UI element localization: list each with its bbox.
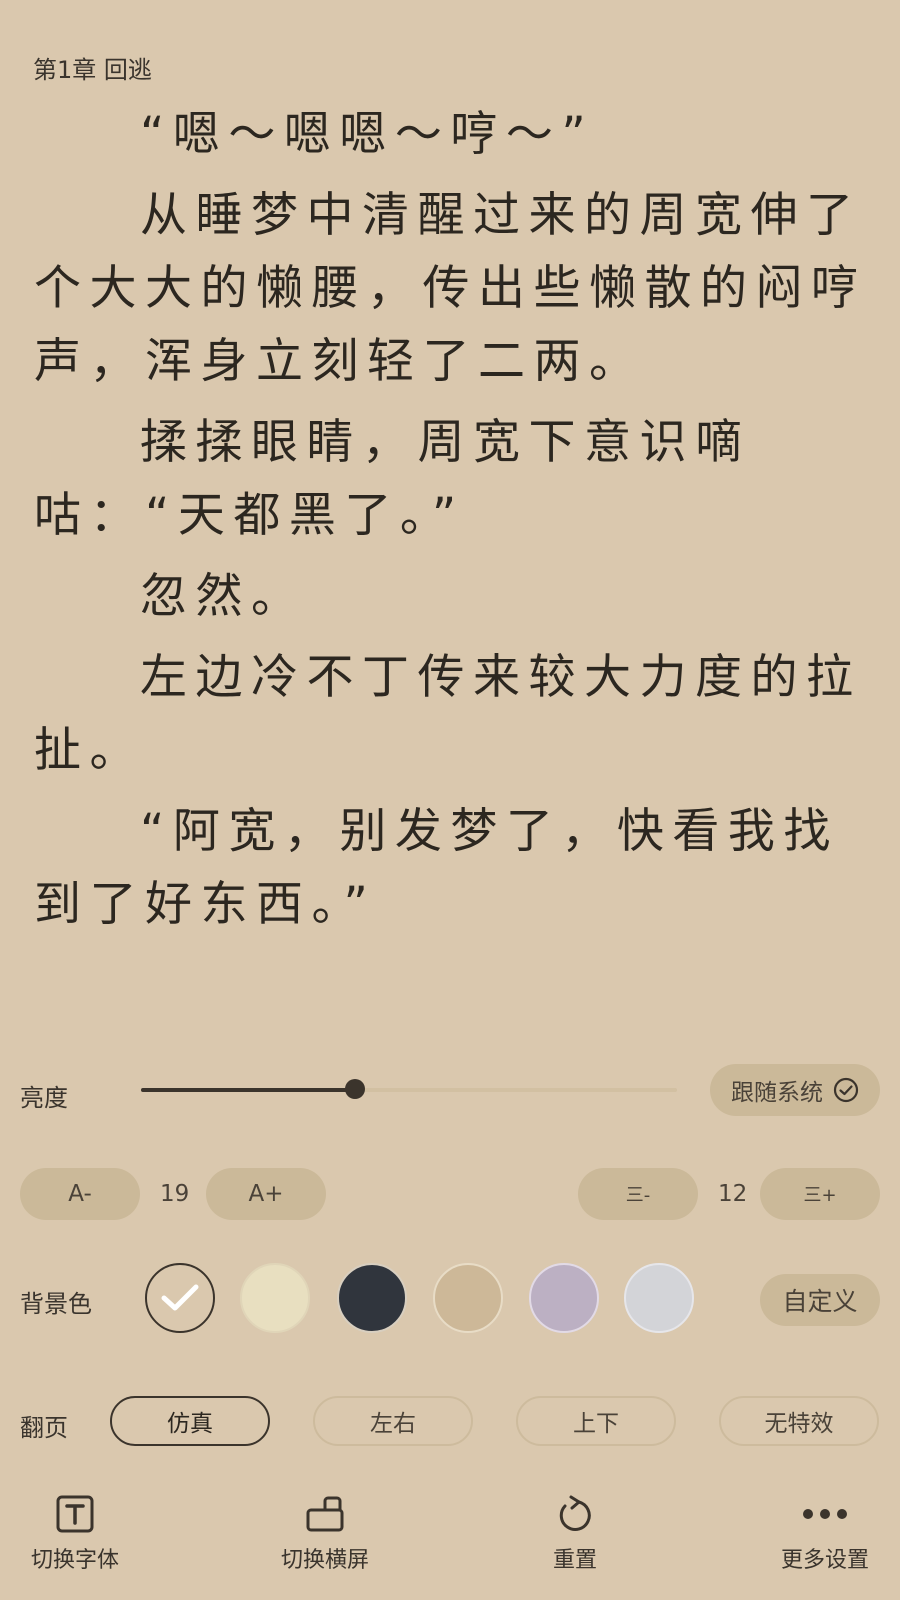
chapter-title: 第1章 回逃 bbox=[33, 56, 152, 84]
paragraph: “嗯～嗯嗯～哼～” bbox=[140, 107, 595, 162]
switch-landscape-label: 切换横屏 bbox=[280, 1548, 369, 1573]
brightness-slider-thumb[interactable] bbox=[345, 1079, 366, 1099]
reset-button[interactable]: 重置 bbox=[500, 1492, 650, 1574]
follow-system-button[interactable]: 跟随系统 bbox=[710, 1064, 880, 1116]
landscape-icon bbox=[250, 1492, 400, 1536]
reset-icon bbox=[500, 1492, 650, 1536]
background-swatch-dark[interactable] bbox=[337, 1263, 407, 1333]
background-swatch-gray[interactable] bbox=[624, 1263, 694, 1333]
more-settings-button[interactable]: 更多设置 bbox=[750, 1492, 900, 1574]
line-spacing-value: 12 bbox=[718, 1181, 748, 1207]
check-circle-icon bbox=[833, 1077, 859, 1103]
paragraph: “阿宽，别发梦了，快看我找到了好东西。” bbox=[34, 804, 839, 932]
more-settings-label: 更多设置 bbox=[780, 1548, 869, 1573]
font-size-value: 19 bbox=[160, 1181, 190, 1207]
follow-system-label: 跟随系统 bbox=[731, 1080, 823, 1106]
background-swatch-cream[interactable] bbox=[240, 1263, 310, 1333]
line-spacing-increase-button[interactable]: 三+ bbox=[760, 1168, 880, 1220]
switch-landscape-button[interactable]: 切换横屏 bbox=[250, 1492, 400, 1574]
custom-background-button[interactable]: 自定义 bbox=[760, 1274, 880, 1326]
background-swatch-lavender[interactable] bbox=[529, 1263, 599, 1333]
brightness-slider-fill bbox=[141, 1088, 356, 1092]
page-turn-option-horizontal[interactable]: 左右 bbox=[313, 1396, 473, 1446]
page-turn-option-vertical[interactable]: 上下 bbox=[516, 1396, 676, 1446]
page-turn-option-none[interactable]: 无特效 bbox=[719, 1396, 879, 1446]
switch-font-label: 切换字体 bbox=[30, 1548, 119, 1573]
paragraph: 从睡梦中清醒过来的周宽伸了个大大的懒腰，传出些懒散的闷哼声，浑身立刻轻了二两。 bbox=[34, 188, 867, 389]
brightness-label: 亮度 bbox=[20, 1084, 68, 1112]
paragraph: 揉揉眼睛，周宽下意识嘀咕：“天都黑了。” bbox=[34, 415, 751, 543]
font-increase-button[interactable]: A+ bbox=[206, 1168, 326, 1220]
reader-text[interactable]: “嗯～嗯嗯～哼～” 从睡梦中清醒过来的周宽伸了个大大的懒腰，传出些懒散的闷哼声，… bbox=[34, 98, 874, 949]
switch-font-button[interactable]: 切换字体 bbox=[0, 1492, 150, 1574]
paragraph: 忽然。 bbox=[140, 569, 307, 624]
background-color-label: 背景色 bbox=[20, 1290, 92, 1318]
font-icon bbox=[0, 1492, 150, 1536]
line-spacing-decrease-button[interactable]: 三- bbox=[578, 1168, 698, 1220]
reset-label: 重置 bbox=[552, 1548, 597, 1573]
page-turn-option-simulation[interactable]: 仿真 bbox=[110, 1396, 270, 1446]
font-decrease-button[interactable]: A- bbox=[20, 1168, 140, 1220]
checkmark-icon bbox=[160, 1280, 200, 1320]
background-swatch-current[interactable] bbox=[145, 1263, 215, 1333]
background-swatch-tan[interactable] bbox=[433, 1263, 503, 1333]
brightness-slider[interactable] bbox=[141, 1079, 677, 1099]
paragraph: 左边冷不丁传来较大力度的拉扯。 bbox=[34, 650, 862, 778]
page-turn-label: 翻页 bbox=[20, 1414, 68, 1442]
more-dots-icon bbox=[750, 1492, 900, 1536]
